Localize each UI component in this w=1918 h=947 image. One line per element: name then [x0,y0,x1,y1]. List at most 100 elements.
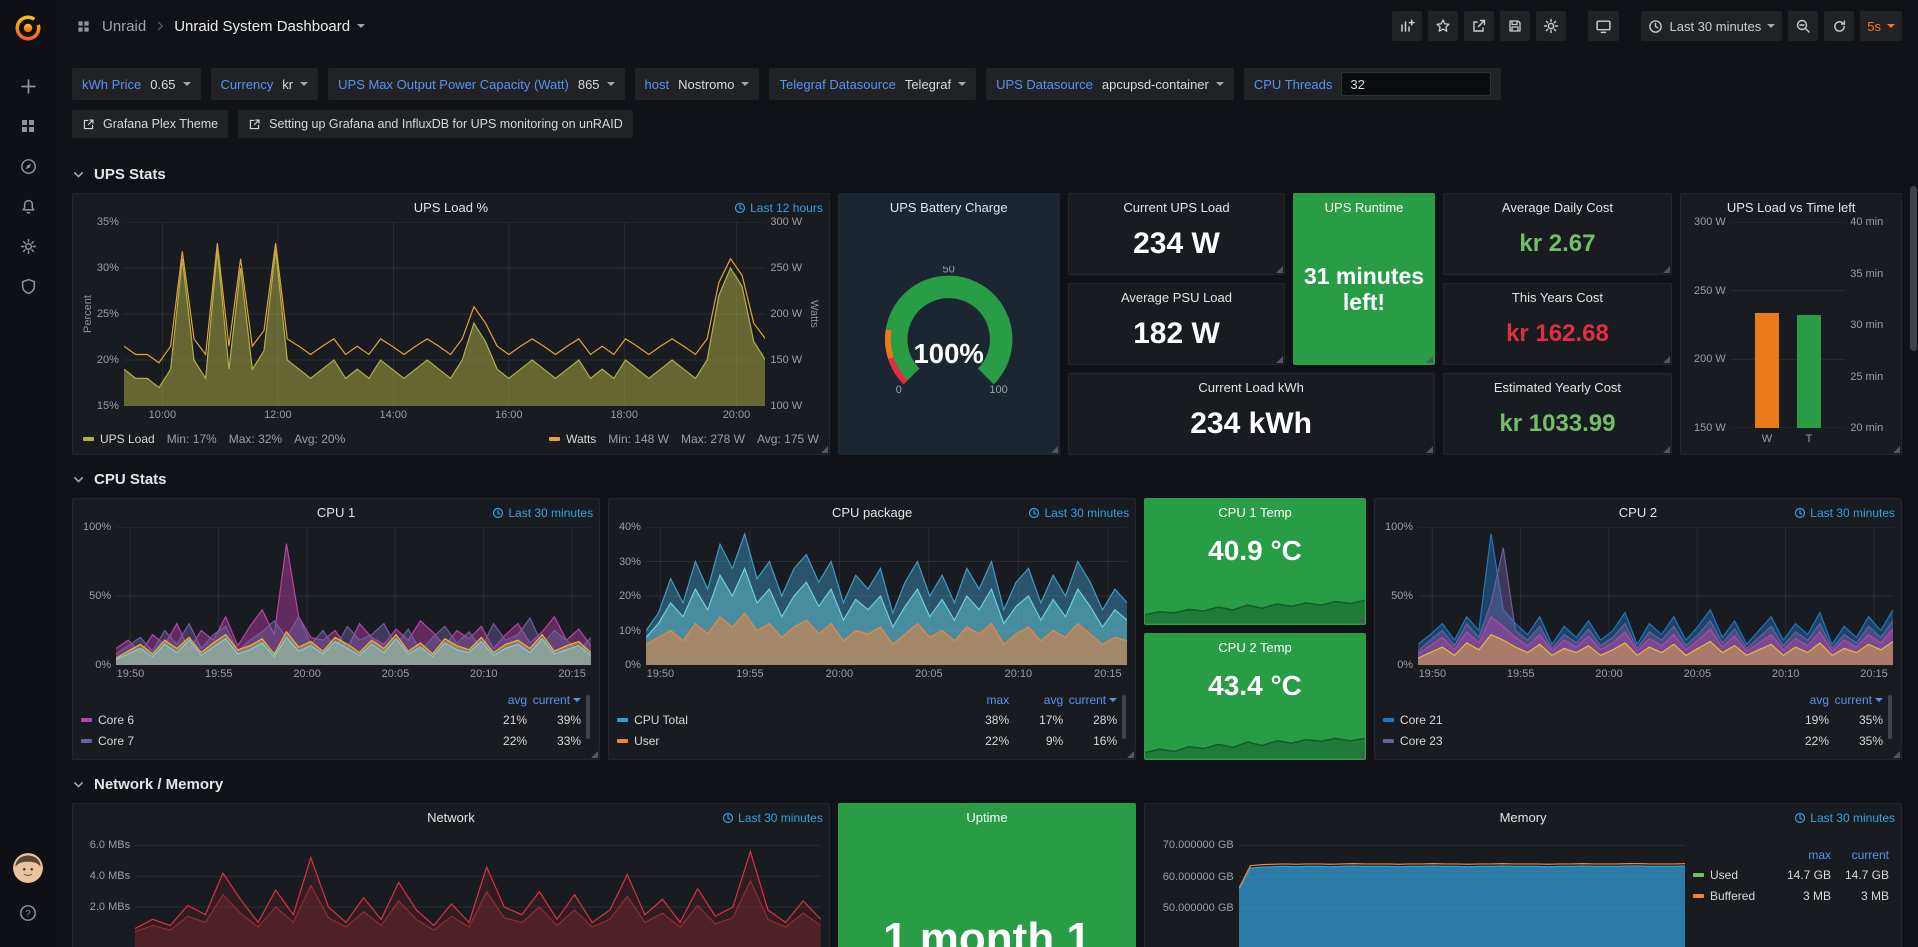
cycle-view-mode-button[interactable] [1588,11,1619,41]
chart-plot-area[interactable]: 19:5019:5520:0020:0520:1020:15 [1418,527,1893,665]
ups-load-chart[interactable]: Percent35%30%25%20%15%10:0012:0014:0016:… [81,222,821,422]
bar-w[interactable] [1755,313,1779,428]
chart-plot-area[interactable]: 10:0012:0014:0016:0018:0020:00 [124,222,765,406]
legend-col-avg[interactable]: avg [473,693,527,707]
panel-time-override[interactable]: Last 30 minutes [492,506,593,520]
panel-title[interactable]: Average Daily Cost [1502,200,1613,215]
panel-time-override[interactable]: Last 12 hours [734,201,823,215]
panel-title[interactable]: UPS Battery Charge [890,200,1008,215]
add-panel-button[interactable] [1392,11,1422,41]
time-range-picker[interactable]: Last 30 minutes [1641,11,1782,41]
panel-title[interactable]: Uptime [966,810,1007,825]
legend-row-cpu-total[interactable]: CPU Total 38% 17% 28% [617,709,1117,730]
legend-row-core7[interactable]: Core 7 22% 33% [81,730,581,751]
link-grafana-plex-theme[interactable]: Grafana Plex Theme [72,110,228,138]
legend-item-watts[interactable]: Watts Min: 148 W Max: 278 W Avg: 175 W [549,432,819,446]
save-dashboard-button[interactable] [1500,11,1530,41]
stat-value: 31 minutes left! [1302,263,1425,316]
legend-col-current[interactable]: current [1831,848,1889,862]
legend-row-buffered[interactable]: Buffered 3 MB 3 MB [1693,885,1889,906]
breadcrumb-folder[interactable]: Unraid [102,18,146,35]
legend-row-core6[interactable]: Core 6 21% 39% [81,709,581,730]
panel-title[interactable]: This Years Cost [1512,290,1603,305]
server-admin-shield-icon[interactable] [8,266,48,306]
section-ups-stats[interactable]: UPS Stats [56,152,1918,193]
legend-scrollbar[interactable] [1122,695,1126,739]
legend-col-current[interactable]: current [1829,693,1883,707]
variable-ups-max-output[interactable]: UPS Max Output Power Capacity (Watt) 865 [328,68,624,100]
cpu1-chart[interactable]: 100%50%0%19:5019:5520:0020:0520:1020:15 [81,527,591,681]
dashboards-icon[interactable] [8,106,48,146]
panel-title[interactable]: Average PSU Load [1121,290,1232,305]
legend-row-core23[interactable]: Core 23 22% 35% [1383,730,1883,751]
page-scrollbar[interactable] [1910,186,1917,351]
apps-grid-icon[interactable] [72,15,94,37]
configuration-gear-icon[interactable] [8,226,48,266]
variable-cpu-threads[interactable]: CPU Threads [1244,68,1502,100]
alerting-bell-icon[interactable] [8,186,48,226]
panel-time-override[interactable]: Last 30 minutes [1794,506,1895,520]
legend-col-avg[interactable]: avg [1009,693,1063,707]
section-network-memory[interactable]: Network / Memory [56,762,1918,803]
zoom-out-button[interactable] [1788,11,1818,41]
variable-host[interactable]: host Nostromo [635,68,760,100]
user-avatar[interactable] [13,853,43,883]
dashboard-title-dropdown[interactable]: Unraid System Dashboard [174,18,365,35]
chart-plot-area[interactable]: 19:5019:5520:0020:0520:1020:15 [116,527,591,665]
panel-title[interactable]: UPS Load % [414,200,488,215]
legend-col-max[interactable]: max [955,693,1009,707]
panel-title[interactable]: Estimated Yearly Cost [1494,380,1621,395]
variable-ups-datasource[interactable]: UPS Datasource apcupsd-container [986,68,1234,100]
panel-title[interactable]: Current Load kWh [1198,380,1304,395]
panel-time-override[interactable]: Last 30 minutes [722,811,823,825]
bar-t[interactable] [1797,315,1821,428]
chart-plot-area[interactable]: 19:5019:5520:0020:0520:1020:15 [646,527,1127,665]
panel-title[interactable]: Current UPS Load [1123,200,1229,215]
panel-title[interactable]: Network [427,810,475,825]
grafana-logo-icon[interactable] [8,8,48,48]
legend-row-user[interactable]: User 22% 9% 16% [617,730,1117,751]
legend-col-current[interactable]: current [1063,693,1117,707]
variable-kwh-price[interactable]: kWh Price 0.65 [72,68,201,100]
network-chart[interactable]: 6.0 MBs4.0 MBs2.0 MBs [81,832,821,947]
panel-time-override[interactable]: Last 30 minutes [1028,506,1129,520]
legend-col-avg[interactable]: avg [1775,693,1829,707]
legend-row-core21[interactable]: Core 21 19% 35% [1383,709,1883,730]
panel-title[interactable]: UPS Load vs Time left [1727,200,1856,215]
star-dashboard-button[interactable] [1428,11,1458,41]
panel-title[interactable]: CPU 1 [317,505,355,520]
chart-plot-area[interactable] [1239,832,1685,947]
share-dashboard-button[interactable] [1464,11,1494,41]
panel-title[interactable]: CPU package [832,505,912,520]
panel-title[interactable]: CPU 2 Temp [1218,640,1291,655]
chart-plot-area[interactable] [135,832,821,947]
panel-time-override[interactable]: Last 30 minutes [1794,811,1895,825]
refresh-interval-picker[interactable]: 5s [1860,11,1902,41]
battery-charge-gauge[interactable]: 050100100% [847,222,1051,446]
variable-currency[interactable]: Currency kr [211,68,319,100]
memory-chart[interactable]: 70.000000 GB60.000000 GB50.000000 GB [1153,832,1685,947]
panel-title[interactable]: CPU 2 [1619,505,1657,520]
legend-scrollbar[interactable] [1888,695,1892,739]
chart-plot-area[interactable]: WT [1731,222,1845,428]
help-question-icon[interactable]: ? [8,893,48,933]
panel-title[interactable]: Memory [1500,810,1547,825]
legend-scrollbar[interactable] [586,695,590,739]
section-cpu-stats[interactable]: CPU Stats [56,457,1918,498]
explore-compass-icon[interactable] [8,146,48,186]
legend-row-used[interactable]: Used 14.7 GB 14.7 GB [1693,864,1889,885]
cpu-package-chart[interactable]: 40%30%20%10%0%19:5019:5520:0020:0520:102… [617,527,1127,681]
variable-telegraf-datasource[interactable]: Telegraf Datasource Telegraf [769,68,976,100]
refresh-button[interactable] [1824,11,1854,41]
ups-load-vs-time-chart[interactable]: 300 W250 W200 W150 WWT40 min35 min30 min… [1689,222,1893,446]
legend-item-ups-load[interactable]: UPS Load Min: 17% Max: 32% Avg: 20% [83,432,345,446]
panel-title[interactable]: UPS Runtime [1325,200,1404,215]
legend-col-max[interactable]: max [1773,848,1831,862]
dashboard-settings-button[interactable] [1536,11,1566,41]
link-ups-monitoring-guide[interactable]: Setting up Grafana and InfluxDB for UPS … [238,110,633,138]
create-plus-icon[interactable] [8,66,48,106]
legend-col-current[interactable]: current [527,693,581,707]
cpu2-chart[interactable]: 100%50%0%19:5019:5520:0020:0520:1020:15 [1383,527,1893,681]
cpu-threads-input[interactable] [1341,72,1491,96]
panel-title[interactable]: CPU 1 Temp [1218,505,1291,520]
